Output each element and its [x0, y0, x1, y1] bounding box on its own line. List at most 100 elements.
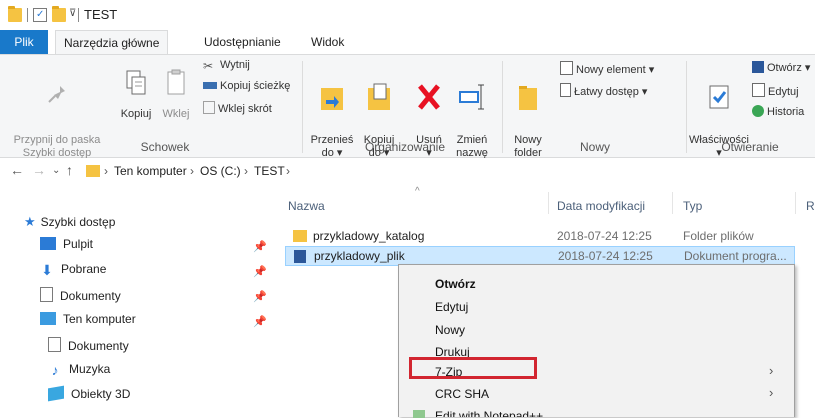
- notepad-plus-plus-icon: [413, 410, 425, 418]
- rename-icon: [459, 84, 484, 110]
- nav-label: Ten komputer: [63, 312, 136, 326]
- open-button[interactable]: Otwórz ▾: [752, 61, 810, 74]
- pin-icon[interactable]: 📌: [253, 265, 267, 278]
- copy-button[interactable]: Kopiuj: [116, 67, 156, 121]
- menu-item-open[interactable]: Otwórz: [435, 277, 476, 291]
- copy-to-icon: [368, 83, 390, 110]
- paste-shortcut-button[interactable]: Wklej skrót: [203, 101, 272, 115]
- properties-icon: [709, 85, 729, 109]
- history-label: Historia: [767, 106, 805, 118]
- title-bar: ✓ ⊽ TEST: [0, 0, 815, 30]
- desktop-icon: [40, 237, 56, 250]
- customize-quick-access-icon[interactable]: ⊽: [69, 8, 76, 19]
- word-icon: [752, 61, 764, 73]
- group-separator: [502, 61, 503, 153]
- column-separator[interactable]: [672, 192, 673, 214]
- new-folder-icon: [519, 86, 537, 110]
- breadcrumb-test[interactable]: TEST: [254, 164, 285, 178]
- address-bar: ← → ⌄ ↑ › Ten komputer › OS (C:) › TEST …: [0, 158, 815, 184]
- menu-item-edit[interactable]: Edytuj: [435, 300, 468, 314]
- breadcrumb-separator[interactable]: ›: [244, 164, 248, 178]
- pin-icon[interactable]: 📌: [253, 240, 267, 253]
- nav-item-documents[interactable]: Dokumenty: [40, 287, 121, 307]
- nav-label: Pulpit: [63, 237, 94, 251]
- history-icon: [752, 105, 764, 117]
- new-folder-quick-icon[interactable]: [52, 6, 66, 22]
- nav-quick-access[interactable]: ★ Szybki dostęp: [24, 214, 115, 234]
- tab-file[interactable]: Plik: [0, 30, 48, 54]
- submenu-arrow-icon: ›: [769, 363, 774, 378]
- delete-icon: [418, 84, 440, 110]
- nav-label: Dokumenty: [68, 339, 129, 353]
- column-header-name[interactable]: Nazwa: [288, 199, 325, 213]
- document-icon: [48, 337, 61, 352]
- new-folder-label: Nowy folder: [514, 134, 542, 159]
- file-type: Folder plików: [683, 229, 754, 243]
- breadcrumb-separator[interactable]: ›: [286, 164, 290, 178]
- copy-icon: [126, 70, 146, 95]
- new-folder-button[interactable]: Nowy folder: [508, 67, 548, 160]
- cut-label: Wytnij: [220, 59, 250, 71]
- breadcrumb-drive[interactable]: OS (C:): [200, 164, 241, 178]
- tab-share[interactable]: Udostępnianie: [196, 30, 289, 54]
- edit-label: Edytuj: [768, 86, 799, 98]
- column-header-size[interactable]: R: [806, 199, 815, 213]
- pin-icon[interactable]: 📌: [253, 290, 267, 303]
- easy-access-button[interactable]: Łatwy dostęp ▾: [560, 83, 647, 98]
- edit-button[interactable]: Edytuj: [752, 83, 799, 98]
- file-name: przykladowy_katalog: [313, 229, 425, 243]
- column-separator[interactable]: [795, 192, 796, 214]
- column-header-date[interactable]: Data modyfikacji: [557, 199, 645, 213]
- nav-item-documents-pc[interactable]: Dokumenty: [48, 337, 129, 357]
- scissors-icon: ✂: [203, 59, 214, 73]
- star-icon: ★: [24, 214, 36, 229]
- back-arrow-icon[interactable]: ←: [10, 162, 24, 178]
- nav-item-music[interactable]: ♪ Muzyka: [48, 362, 111, 382]
- menu-item-crc-sha[interactable]: CRC SHA: [435, 387, 489, 401]
- cube-icon: [48, 385, 64, 402]
- nav-label: Pobrane: [61, 262, 107, 276]
- cut-button[interactable]: ✂ Wytnij: [203, 59, 250, 73]
- properties-quick-icon[interactable]: ✓: [33, 8, 47, 22]
- up-arrow-icon[interactable]: ↑: [66, 162, 73, 178]
- breadcrumb-separator[interactable]: ›: [190, 164, 194, 178]
- menu-item-new[interactable]: Nowy: [435, 323, 465, 337]
- recent-locations-icon[interactable]: ⌄: [52, 165, 60, 176]
- nav-item-this-pc[interactable]: Ten komputer: [40, 312, 136, 332]
- nav-label: Szybki dostęp: [40, 215, 116, 229]
- breadcrumb-separator[interactable]: ›: [104, 164, 108, 178]
- paste-button[interactable]: Wklej: [158, 67, 194, 121]
- history-button[interactable]: Historia: [752, 105, 804, 118]
- copy-label: Kopiuj: [120, 108, 152, 120]
- forward-arrow-icon[interactable]: →: [32, 162, 46, 178]
- table-row[interactable]: przykladowy_katalog 2018-07-24 12:25 Fol…: [285, 226, 795, 246]
- sort-indicator-icon: ^: [415, 186, 420, 197]
- nav-item-3d-objects[interactable]: Obiekty 3D: [48, 385, 131, 407]
- copy-path-icon: [203, 82, 217, 89]
- nav-label: Muzyka: [69, 362, 111, 376]
- tab-home[interactable]: Narzędzia główne: [55, 30, 169, 54]
- table-row-selected[interactable]: przykladowy_plik 2018-07-24 12:25 Dokume…: [285, 246, 795, 266]
- group-separator: [686, 61, 687, 153]
- copy-path-button[interactable]: Kopiuj ścieżkę: [203, 80, 290, 92]
- column-header-type[interactable]: Typ: [683, 199, 702, 213]
- nav-item-desktop[interactable]: Pulpit: [40, 237, 93, 257]
- new-item-label: Nowy element ▾: [576, 64, 655, 76]
- tab-view[interactable]: Widok: [303, 30, 352, 54]
- paste-icon: [167, 69, 185, 95]
- pin-icon[interactable]: 📌: [253, 315, 267, 328]
- group-label-new: Nowy: [579, 140, 610, 154]
- column-separator[interactable]: [548, 192, 549, 214]
- group-label-open: Otwieranie: [721, 140, 779, 154]
- nav-item-downloads[interactable]: ⬇ Pobrane: [40, 262, 106, 282]
- breadcrumb-this-pc[interactable]: Ten komputer: [114, 164, 187, 178]
- new-item-button[interactable]: Nowy element ▾: [560, 61, 654, 76]
- context-menu: Otwórz Edytuj Nowy Drukuj 7-Zip › CRC SH…: [398, 264, 795, 418]
- paste-shortcut-label: Wklej skrót: [218, 103, 272, 115]
- file-type: Dokument progra...: [684, 249, 787, 263]
- nav-label: Obiekty 3D: [71, 387, 131, 401]
- pin-to-quick-access-button[interactable]: Przypnij do paska Szybki dostęp: [0, 67, 114, 160]
- window-title: TEST: [84, 7, 118, 22]
- move-to-icon: [321, 88, 343, 110]
- word-document-icon: [294, 250, 306, 263]
